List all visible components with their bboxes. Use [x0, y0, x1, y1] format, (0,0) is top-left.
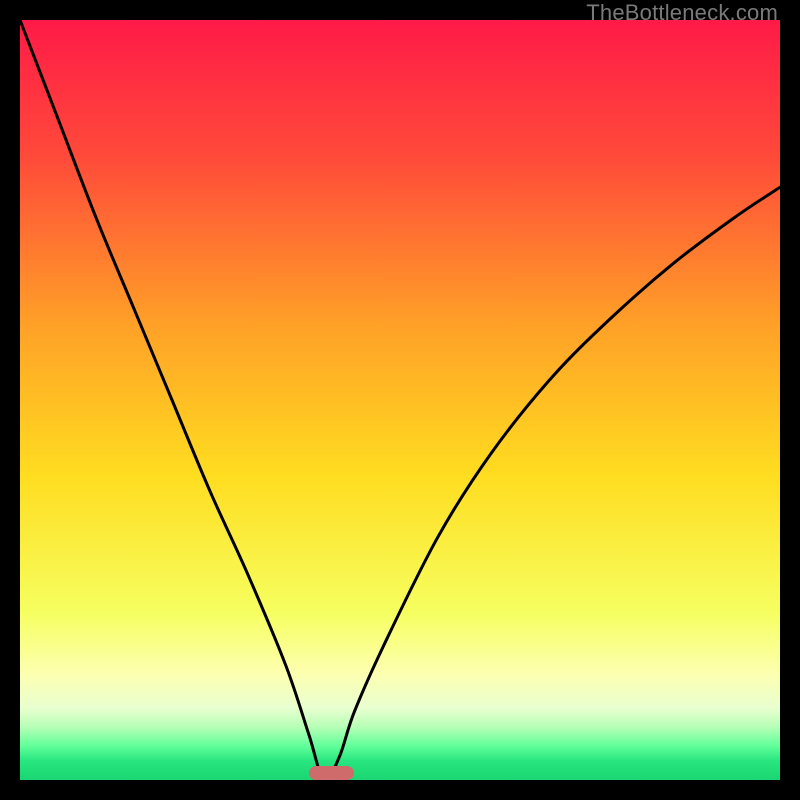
- plot-frame: [20, 20, 780, 780]
- gradient-background: [20, 20, 780, 780]
- watermark-text: TheBottleneck.com: [586, 0, 778, 26]
- bottleneck-chart: [20, 20, 780, 780]
- baseline-marker: [309, 766, 355, 780]
